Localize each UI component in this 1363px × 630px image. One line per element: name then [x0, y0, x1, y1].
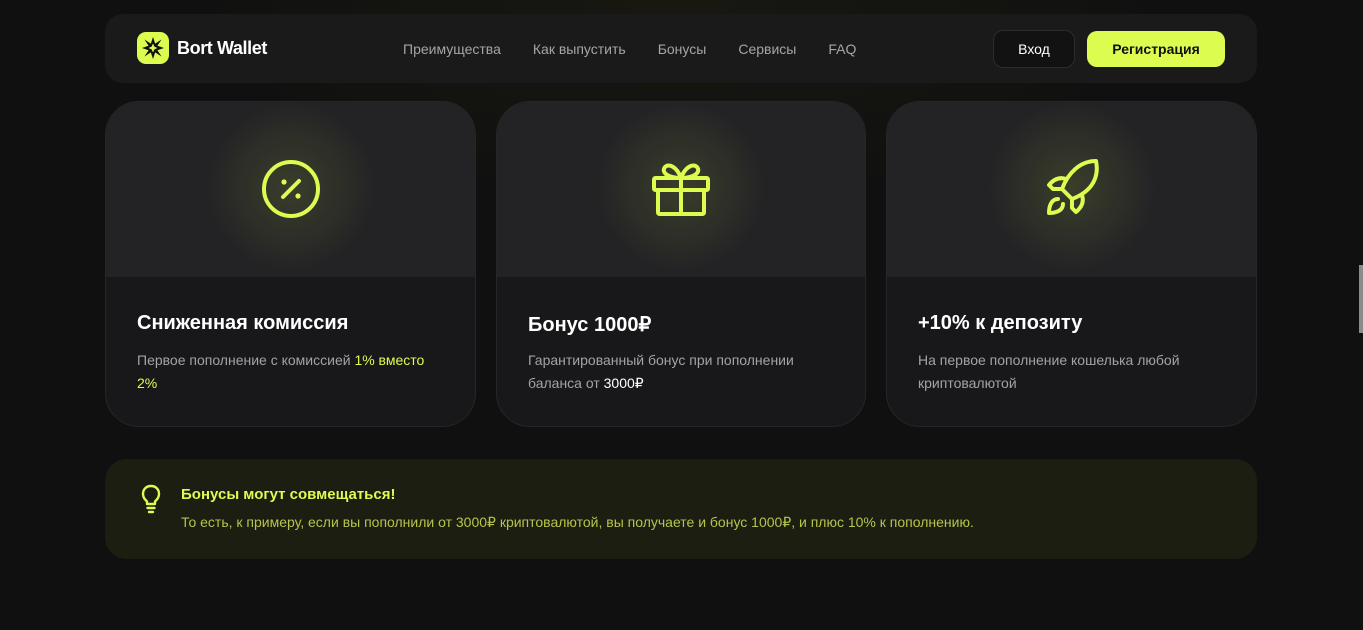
nav-link-how-to-issue[interactable]: Как выпустить: [533, 41, 626, 57]
gift-icon: [652, 163, 710, 216]
card-description: На первое пополнение кошелька любой крип…: [918, 349, 1218, 395]
card-description-text: Первое пополнение с комиссией: [137, 352, 355, 368]
nav-link-services[interactable]: Сервисы: [738, 41, 796, 57]
feature-card-commission: Сниженная комиссия Первое пополнение с к…: [105, 101, 476, 427]
card-description: Гарантированный бонус при пополнении бал…: [528, 349, 828, 395]
logo-icon: [137, 32, 169, 64]
banner-title: Бонусы могут совмещаться!: [181, 486, 396, 503]
lightbulb-icon: [141, 484, 161, 514]
nav-link-advantages[interactable]: Преимущества: [403, 41, 501, 57]
main-nav: Преимущества Как выпустить Бонусы Сервис…: [403, 14, 888, 83]
bonus-info-banner: Бонусы могут совмещаться! То есть, к при…: [105, 459, 1257, 559]
feature-card-deposit: +10% к депозиту На первое пополнение кош…: [886, 101, 1257, 427]
card-description-text: Гарантированный бонус при пополнении бал…: [528, 352, 794, 391]
card-title: Бонус 1000₽: [528, 314, 652, 336]
card-description-text: На первое пополнение кошелька любой крип…: [918, 352, 1180, 391]
card-icon-area: [887, 102, 1256, 277]
card-title: +10% к депозиту: [918, 312, 1083, 334]
banner-text: То есть, к примеру, если вы пополнили от…: [181, 514, 974, 530]
card-title: Сниженная комиссия: [137, 312, 349, 334]
nav-link-bonuses[interactable]: Бонусы: [658, 41, 707, 57]
card-description-highlight: 3000₽: [603, 375, 644, 391]
card-icon-area: [497, 102, 865, 277]
brand-name: Bort Wallet: [177, 37, 267, 58]
rocket-icon: [1046, 158, 1099, 215]
card-icon-area: [106, 102, 475, 277]
percent-icon: [261, 159, 320, 218]
top-navigation-bar: Bort Wallet Преимущества Как выпустить Б…: [105, 14, 1257, 83]
nav-link-faq[interactable]: FAQ: [828, 41, 856, 57]
login-button[interactable]: Вход: [993, 30, 1075, 68]
brand-logo[interactable]: Bort Wallet: [137, 32, 267, 64]
card-description: Первое пополнение с комиссией 1% вместо …: [137, 349, 437, 395]
feature-card-bonus: Бонус 1000₽ Гарантированный бонус при по…: [496, 101, 866, 427]
register-button[interactable]: Регистрация: [1087, 31, 1225, 67]
scrollbar-thumb[interactable]: [1359, 265, 1363, 333]
